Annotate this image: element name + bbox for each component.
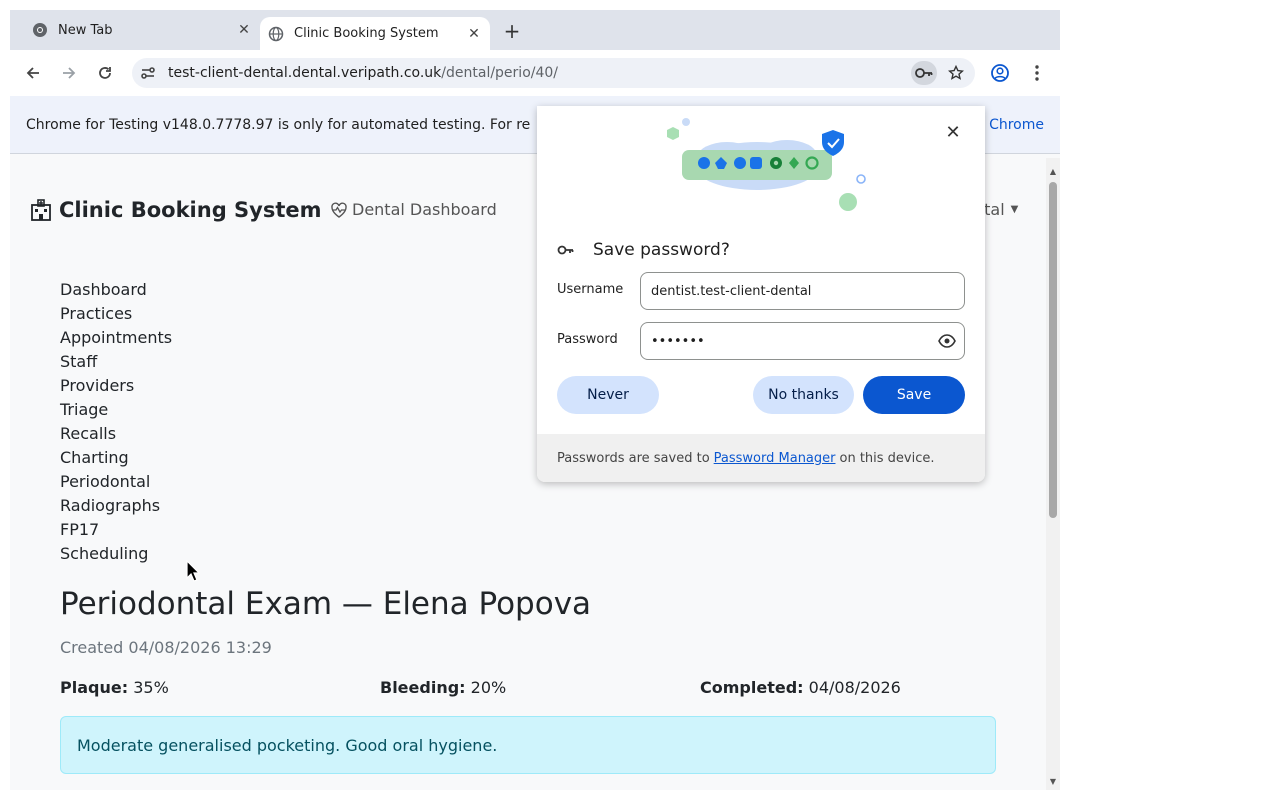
tab-new-tab[interactable]: New Tab ✕: [24, 10, 260, 50]
sidebar-item-radiographs[interactable]: Radiographs: [60, 494, 172, 518]
key-icon: [557, 245, 574, 255]
dialog-title: Save password?: [593, 240, 730, 260]
close-icon[interactable]: ✕: [234, 20, 254, 40]
infobar-link[interactable]: d Chrome: [976, 117, 1044, 133]
password-field[interactable]: •••••••: [640, 322, 965, 360]
sidebar-nav: Dashboard Practices Appointments Staff P…: [60, 278, 172, 566]
no-thanks-button[interactable]: No thanks: [753, 376, 854, 414]
completed-label: Completed:: [700, 678, 804, 697]
sidebar-item-periodontal[interactable]: Periodontal: [60, 470, 172, 494]
close-icon: ✕: [945, 121, 961, 143]
password-value: •••••••: [651, 333, 705, 349]
footer-suffix: on this device.: [839, 450, 935, 466]
brand[interactable]: Clinic Booking System: [30, 198, 322, 222]
toolbar: test-client-dental.dental.veripath.co.uk…: [10, 50, 1060, 96]
dental-dashboard-link[interactable]: Dental Dashboard: [330, 200, 497, 219]
reload-icon: [99, 67, 111, 79]
page-title: Periodontal Exam — Elena Popova: [60, 586, 592, 622]
sidebar-item-charting[interactable]: Charting: [60, 446, 172, 470]
save-button[interactable]: Save: [863, 376, 965, 414]
scrollbar-thumb[interactable]: [1049, 182, 1057, 518]
arrow-left-icon: [26, 67, 39, 79]
url-text: test-client-dental.dental.veripath.co.uk…: [168, 65, 911, 81]
close-button[interactable]: ✕: [941, 120, 965, 144]
scroll-down-icon[interactable]: ▼: [1048, 776, 1058, 786]
url-path: /dental/perio/40/: [441, 65, 559, 81]
menu-button[interactable]: [1023, 59, 1051, 87]
sidebar-item-triage[interactable]: Triage: [60, 398, 172, 422]
sidebar-item-scheduling[interactable]: Scheduling: [60, 542, 172, 566]
tab-title: Clinic Booking System: [294, 26, 439, 41]
site-info-icon[interactable]: [138, 63, 158, 83]
globe-icon: [268, 26, 284, 42]
password-illustration: [667, 118, 866, 211]
mouse-cursor-icon: [186, 560, 200, 582]
username-value: dentist.test-client-dental: [651, 283, 812, 299]
scroll-up-icon[interactable]: ▲: [1048, 166, 1058, 176]
bleeding-value: 20%: [470, 678, 507, 697]
sidebar-item-practices[interactable]: Practices: [60, 302, 172, 326]
never-button[interactable]: Never: [557, 376, 659, 414]
footer-prefix: Passwords are saved to: [557, 450, 710, 466]
completed-value: 04/08/2026: [808, 678, 901, 697]
dialog-title-row: Save password?: [557, 240, 730, 260]
hospital-icon: [31, 199, 51, 221]
browser-window: New Tab ✕ Clinic Booking System ✕ + test…: [10, 10, 1060, 790]
sidebar-item-appointments[interactable]: Appointments: [60, 326, 172, 350]
back-button[interactable]: [19, 59, 47, 87]
tab-clinic-booking[interactable]: Clinic Booking System ✕: [260, 17, 490, 50]
bleeding-stat: Bleeding: 20%: [380, 678, 506, 697]
chrome-icon: [32, 22, 48, 38]
profile-button[interactable]: [986, 59, 1014, 87]
url-host: test-client-dental.dental.veripath.co.uk: [168, 65, 442, 81]
heart-pulse-icon: [331, 202, 347, 218]
new-tab-button[interactable]: +: [500, 19, 524, 43]
kebab-menu-icon: [1035, 65, 1039, 81]
forward-button[interactable]: [55, 59, 83, 87]
address-bar[interactable]: test-client-dental.dental.veripath.co.uk…: [132, 58, 975, 88]
close-icon[interactable]: ✕: [464, 24, 484, 44]
sidebar-item-staff[interactable]: Staff: [60, 350, 172, 374]
password-manager-link[interactable]: Password Manager: [714, 451, 836, 466]
username-field[interactable]: dentist.test-client-dental: [640, 272, 965, 310]
sidebar-item-providers[interactable]: Providers: [60, 374, 172, 398]
dialog-footer: Passwords are saved to Password Manager …: [537, 434, 985, 482]
bookmark-star-icon[interactable]: [943, 61, 969, 85]
completed-stat: Completed: 04/08/2026: [700, 678, 901, 697]
save-password-dialog: ✕ Save password? Username dentist.test-c…: [537, 106, 985, 482]
username-label: Username: [557, 282, 624, 297]
plaque-stat: Plaque: 35%: [60, 678, 169, 697]
caret-down-icon: ▼: [1010, 204, 1019, 215]
tab-title: New Tab: [58, 22, 113, 38]
tab-strip: New Tab ✕ Clinic Booking System ✕ +: [10, 10, 1060, 50]
desktop: New Tab ✕ Clinic Booking System ✕ + test…: [0, 0, 1280, 800]
brand-name: Clinic Booking System: [59, 198, 322, 222]
plaque-value: 35%: [133, 678, 169, 697]
eye-icon[interactable]: [938, 332, 956, 350]
profile-icon: [991, 64, 1009, 82]
sidebar-item-fp17[interactable]: FP17: [60, 518, 172, 542]
exam-note-alert: Moderate generalised pocketing. Good ora…: [60, 716, 996, 774]
exam-note-text: Moderate generalised pocketing. Good ora…: [77, 735, 498, 755]
page-scrollbar[interactable]: ▲ ▼: [1046, 158, 1060, 790]
created-timestamp: Created 04/08/2026 13:29: [60, 638, 272, 657]
infobar-text: Chrome for Testing v148.0.7778.97 is onl…: [26, 116, 531, 133]
plaque-label: Plaque:: [60, 678, 129, 697]
sidebar-item-dashboard[interactable]: Dashboard: [60, 278, 172, 302]
dental-dashboard-label: Dental Dashboard: [352, 200, 497, 219]
arrow-right-icon: [63, 67, 76, 79]
password-label: Password: [557, 332, 618, 347]
sidebar-item-recalls[interactable]: Recalls: [60, 422, 172, 446]
password-key-icon[interactable]: [911, 61, 937, 85]
bleeding-label: Bleeding:: [380, 678, 466, 697]
reload-button[interactable]: [91, 59, 119, 87]
